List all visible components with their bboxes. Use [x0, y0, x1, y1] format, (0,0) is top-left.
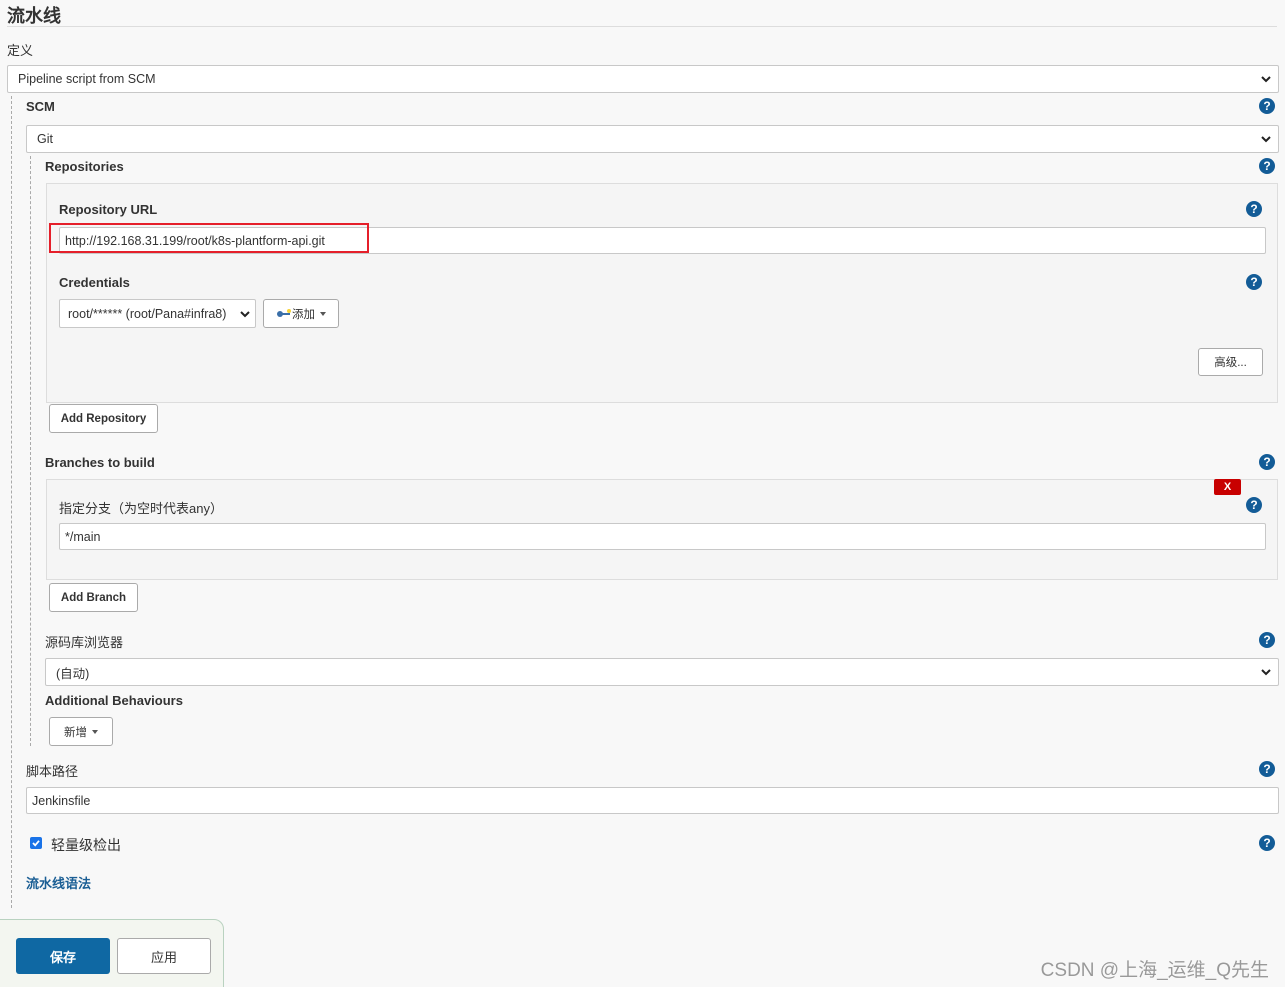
- repository-url-help-icon[interactable]: ?: [1246, 201, 1262, 217]
- branch-specifier-label: 指定分支（为空时代表any）: [59, 501, 223, 516]
- branches-label: Branches to build: [45, 455, 155, 470]
- chevron-down-icon: [1261, 76, 1271, 83]
- scm-nesting-guide: [30, 156, 31, 746]
- script-path-value: Jenkinsfile: [32, 793, 91, 808]
- definition-nesting-guide: [11, 96, 12, 908]
- lightweight-checkout-help-icon[interactable]: ?: [1259, 835, 1275, 851]
- add-repository-button[interactable]: Add Repository: [49, 404, 158, 433]
- script-path-label: 脚本路径: [26, 764, 79, 779]
- advanced-button[interactable]: 高级...: [1198, 348, 1263, 376]
- key-icon: [277, 308, 291, 317]
- additional-behaviours-label: Additional Behaviours: [45, 693, 183, 708]
- branches-help-icon[interactable]: ?: [1259, 454, 1275, 470]
- apply-button[interactable]: 应用: [117, 938, 211, 974]
- add-credentials-button[interactable]: 添加: [263, 299, 339, 328]
- definition-select[interactable]: Pipeline script from SCM: [7, 65, 1279, 93]
- credentials-select-value: root/****** (root/Pana#infra8): [68, 306, 227, 321]
- highlight-annotation-box: [49, 223, 369, 253]
- checkmark-icon: [32, 840, 40, 847]
- branch-specifier-value: */main: [65, 529, 101, 544]
- watermark-text: CSDN @上海_运维_Q先生: [1040, 960, 1269, 981]
- add-branch-button[interactable]: Add Branch: [49, 583, 138, 612]
- chevron-down-icon: [1261, 136, 1271, 143]
- add-credentials-label: 添加: [292, 308, 315, 321]
- chevron-down-icon: [1261, 669, 1271, 676]
- section-title: 流水线: [7, 6, 61, 26]
- script-path-input[interactable]: Jenkinsfile: [26, 787, 1279, 814]
- branch-specifier-input[interactable]: */main: [59, 523, 1266, 550]
- repositories-label: Repositories: [45, 159, 124, 174]
- caret-down-icon: [320, 311, 326, 316]
- scm-select[interactable]: Git: [26, 125, 1279, 153]
- lightweight-checkout-checkbox[interactable]: [30, 837, 42, 849]
- repository-browser-select[interactable]: (自动): [45, 658, 1279, 686]
- definition-select-value: Pipeline script from SCM: [18, 72, 156, 86]
- repository-browser-select-value: (自动): [56, 666, 90, 681]
- repository-panel: [46, 183, 1278, 403]
- definition-label: 定义: [7, 43, 34, 58]
- branch-specifier-help-icon[interactable]: ?: [1246, 497, 1262, 513]
- chevron-down-icon: [240, 311, 250, 318]
- add-behaviour-button[interactable]: 新增: [49, 717, 113, 746]
- scm-label: SCM: [26, 99, 55, 114]
- credentials-label: Credentials: [59, 275, 130, 290]
- script-path-help-icon[interactable]: ?: [1259, 761, 1275, 777]
- save-button[interactable]: 保存: [16, 938, 110, 974]
- credentials-help-icon[interactable]: ?: [1246, 274, 1262, 290]
- credentials-select[interactable]: root/****** (root/Pana#infra8): [59, 299, 256, 328]
- repository-browser-label: 源码库浏览器: [45, 635, 124, 650]
- scm-help-icon[interactable]: ?: [1259, 98, 1275, 114]
- add-behaviour-label: 新增: [64, 726, 87, 739]
- scm-select-value: Git: [37, 132, 53, 146]
- delete-branch-button[interactable]: X: [1214, 479, 1241, 495]
- title-divider: [7, 26, 1277, 27]
- repository-browser-help-icon[interactable]: ?: [1259, 632, 1275, 648]
- lightweight-checkout-label: 轻量级检出: [51, 837, 121, 853]
- caret-down-icon: [92, 729, 98, 734]
- repository-url-label: Repository URL: [59, 202, 158, 217]
- repositories-help-icon[interactable]: ?: [1259, 158, 1275, 174]
- pipeline-syntax-link[interactable]: 流水线语法: [26, 873, 91, 892]
